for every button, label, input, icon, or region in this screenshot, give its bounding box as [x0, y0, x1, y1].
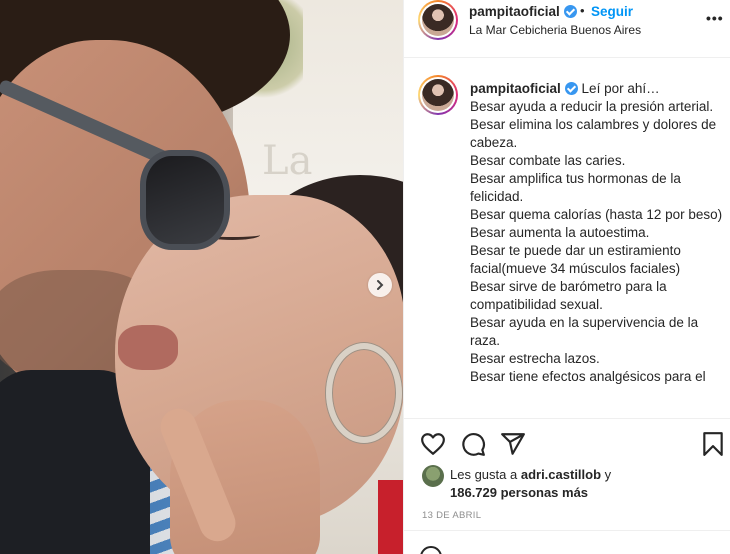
caption-line: Besar ayuda a reducir la presión arteria…	[470, 99, 714, 114]
post-photo[interactable]: La	[0, 0, 403, 554]
photo-wall-letters: La	[262, 138, 313, 184]
chevron-right-icon	[377, 280, 384, 290]
heart-icon[interactable]	[420, 431, 446, 457]
header-separator: •	[580, 3, 585, 18]
caption-line: Besar aumenta la autoestima.	[470, 225, 650, 240]
post-date[interactable]: 13 DE ABRIL	[422, 510, 481, 521]
caption-username[interactable]: pampitaoficial	[470, 81, 561, 96]
liker-avatar[interactable]	[422, 465, 444, 487]
photo-red-garment	[378, 480, 403, 554]
caption-section: pampitaoficial Leí por ahí… Besar ayuda …	[404, 58, 730, 418]
post-side-panel: pampitaoficial • Seguir La Mar Cebicheri…	[403, 0, 730, 554]
photo-glasses-lens	[140, 150, 230, 250]
photo-lips	[118, 325, 178, 370]
header-username[interactable]: pampitaoficial	[469, 4, 577, 19]
caption-text: pampitaoficial Leí por ahí… Besar ayuda …	[470, 80, 726, 386]
more-options-icon[interactable]: •••	[706, 10, 724, 26]
caption-line: Besar combate las caries.	[470, 153, 626, 168]
location-link[interactable]: La Mar Cebicheria Buenos Aires	[469, 23, 641, 37]
comment-icon[interactable]	[460, 431, 486, 457]
caption-avatar[interactable]	[418, 75, 458, 115]
caption-line: Besar elimina los calambres y dolores de…	[470, 117, 717, 150]
verified-badge-icon	[563, 5, 577, 18]
caption-line: Besar te puede dar un estiramiento facia…	[470, 243, 681, 276]
verified-badge-icon	[564, 82, 578, 95]
caption-line: Besar estrecha lazos.	[470, 351, 600, 366]
comment-bar	[404, 530, 730, 554]
caption-line: Besar amplifica tus hormonas de la felic…	[470, 171, 681, 204]
emoji-icon[interactable]	[420, 546, 442, 554]
action-bar	[404, 418, 730, 468]
avatar[interactable]	[418, 0, 458, 40]
caption-line: Besar quema calorías (hasta 12 por beso)	[470, 207, 723, 222]
follow-button[interactable]: Seguir	[591, 4, 633, 19]
share-icon[interactable]	[500, 431, 526, 457]
next-photo-button[interactable]	[368, 273, 392, 297]
caption-line: Leí por ahí…	[581, 81, 660, 96]
likes-count[interactable]: 186.729 personas más	[450, 485, 588, 500]
likes-line-1: Les gusta a adri.castillob y	[450, 467, 612, 482]
caption-line: Besar tiene efectos analgésicos para el	[470, 369, 706, 384]
caption-line: Besar sirve de barómetro para la compati…	[470, 279, 667, 312]
bookmark-icon[interactable]	[700, 431, 726, 457]
photo-hoop-earring	[326, 343, 402, 443]
caption-line: Besar ayuda en la supervivencia de la ra…	[470, 315, 699, 348]
post-header: pampitaoficial • Seguir La Mar Cebicheri…	[404, 0, 730, 58]
liker-username[interactable]: adri.castillob	[521, 467, 601, 482]
